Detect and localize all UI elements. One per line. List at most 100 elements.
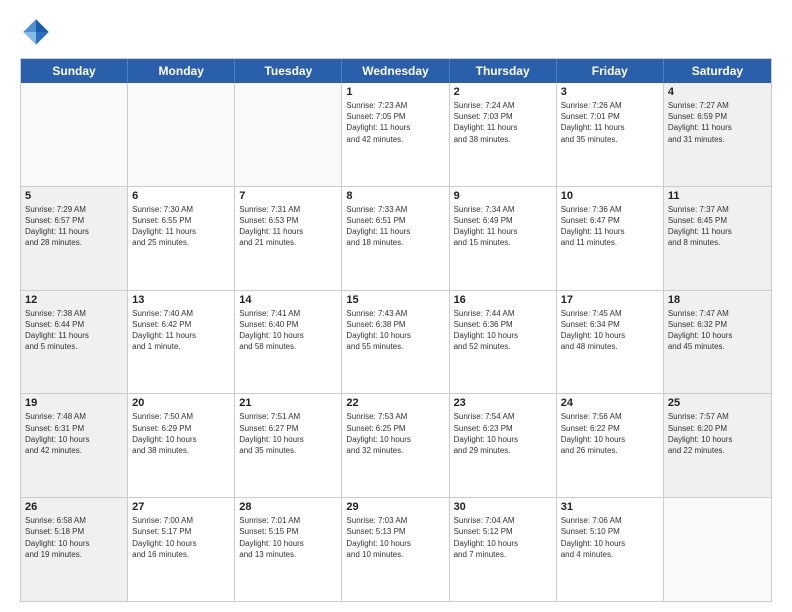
day-number: 5 xyxy=(25,190,123,202)
day-number: 19 xyxy=(25,397,123,409)
calendar-cell-day-28: 28 Sunrise: 7:01 AM Sunset: 5:15 PM Dayli… xyxy=(235,498,342,601)
calendar-row-1: 1 Sunrise: 7:23 AM Sunset: 7:05 PM Daylig… xyxy=(21,83,771,187)
calendar-cell-day-20: 20Sunrise: 7:50 AM Sunset: 6:29 PM Dayli… xyxy=(128,394,235,497)
day-number: 9 xyxy=(454,190,552,202)
day-number: 11 xyxy=(668,190,767,202)
calendar-row-4: 19 Sunrise: 7:48 AM Sunset: 6:31 PM Dayli… xyxy=(21,394,771,498)
calendar-cell-day-31: 31 Sunrise: 7:06 AM Sunset: 5:10 PM Dayli… xyxy=(557,498,664,601)
day-info: Sunrise: 7:51 AM Sunset: 6:27 PM Dayligh… xyxy=(239,411,337,456)
day-info: Sunrise: 7:43 AM Sunset: 6:38 PM Dayligh… xyxy=(346,308,444,353)
day-number: 28 xyxy=(239,501,337,513)
calendar-cell-day-19: 19 Sunrise: 7:48 AM Sunset: 6:31 PM Dayli… xyxy=(21,394,128,497)
calendar-cell-day-1: 1 Sunrise: 7:23 AM Sunset: 7:05 PM Daylig… xyxy=(342,83,449,186)
day-number: 27 xyxy=(132,501,230,513)
calendar-header: SundayMondayTuesdayWednesdayThursdayFrid… xyxy=(21,59,771,83)
day-info: Sunrise: 7:47 AM Sunset: 6:32 PM Dayligh… xyxy=(668,308,767,353)
day-info: Sunrise: 7:44 AM Sunset: 6:36 PM Dayligh… xyxy=(454,308,552,353)
day-info: Sunrise: 7:38 AM Sunset: 6:44 PM Dayligh… xyxy=(25,308,123,353)
day-number: 8 xyxy=(346,190,444,202)
day-info: Sunrise: 7:33 AM Sunset: 6:51 PM Dayligh… xyxy=(346,204,444,249)
calendar-cell-empty xyxy=(21,83,128,186)
calendar-cell-day-13: 13Sunrise: 7:40 AM Sunset: 6:42 PM Dayli… xyxy=(128,291,235,394)
weekday-header-thursday: Thursday xyxy=(450,59,557,83)
calendar-cell-day-21: 21 Sunrise: 7:51 AM Sunset: 6:27 PM Dayli… xyxy=(235,394,342,497)
calendar-cell-empty xyxy=(664,498,771,601)
header xyxy=(20,16,772,48)
calendar-cell-day-2: 2 Sunrise: 7:24 AM Sunset: 7:03 PM Daylig… xyxy=(450,83,557,186)
calendar-cell-day-15: 15Sunrise: 7:43 AM Sunset: 6:38 PM Dayli… xyxy=(342,291,449,394)
calendar-cell-day-14: 14 Sunrise: 7:41 AM Sunset: 6:40 PM Dayli… xyxy=(235,291,342,394)
day-info: Sunrise: 7:53 AM Sunset: 6:25 PM Dayligh… xyxy=(346,411,444,456)
day-info: Sunrise: 7:57 AM Sunset: 6:20 PM Dayligh… xyxy=(668,411,767,456)
day-number: 7 xyxy=(239,190,337,202)
day-number: 31 xyxy=(561,501,659,513)
calendar-row-2: 5 Sunrise: 7:29 AM Sunset: 6:57 PM Daylig… xyxy=(21,187,771,291)
calendar-cell-day-3: 3Sunrise: 7:26 AM Sunset: 7:01 PM Daylig… xyxy=(557,83,664,186)
weekday-header-saturday: Saturday xyxy=(664,59,771,83)
day-info: Sunrise: 7:00 AM Sunset: 5:17 PM Dayligh… xyxy=(132,515,230,560)
day-number: 1 xyxy=(346,86,444,98)
weekday-header-wednesday: Wednesday xyxy=(342,59,449,83)
calendar-cell-day-25: 25 Sunrise: 7:57 AM Sunset: 6:20 PM Dayli… xyxy=(664,394,771,497)
calendar-cell-day-22: 22Sunrise: 7:53 AM Sunset: 6:25 PM Dayli… xyxy=(342,394,449,497)
calendar-cell-day-8: 8 Sunrise: 7:33 AM Sunset: 6:51 PM Daylig… xyxy=(342,187,449,290)
calendar: SundayMondayTuesdayWednesdayThursdayFrid… xyxy=(20,58,772,602)
day-info: Sunrise: 7:36 AM Sunset: 6:47 PM Dayligh… xyxy=(561,204,659,249)
day-info: Sunrise: 7:34 AM Sunset: 6:49 PM Dayligh… xyxy=(454,204,552,249)
calendar-cell-day-6: 6Sunrise: 7:30 AM Sunset: 6:55 PM Daylig… xyxy=(128,187,235,290)
calendar-cell-day-29: 29Sunrise: 7:03 AM Sunset: 5:13 PM Dayli… xyxy=(342,498,449,601)
day-number: 6 xyxy=(132,190,230,202)
day-number: 17 xyxy=(561,294,659,306)
calendar-row-3: 12Sunrise: 7:38 AM Sunset: 6:44 PM Dayli… xyxy=(21,291,771,395)
day-info: Sunrise: 7:24 AM Sunset: 7:03 PM Dayligh… xyxy=(454,100,552,145)
day-number: 18 xyxy=(668,294,767,306)
day-number: 10 xyxy=(561,190,659,202)
calendar-row-5: 26Sunrise: 6:58 AM Sunset: 5:18 PM Dayli… xyxy=(21,498,771,601)
day-info: Sunrise: 7:27 AM Sunset: 6:59 PM Dayligh… xyxy=(668,100,767,145)
logo xyxy=(20,16,56,48)
day-number: 24 xyxy=(561,397,659,409)
calendar-cell-day-16: 16 Sunrise: 7:44 AM Sunset: 6:36 PM Dayli… xyxy=(450,291,557,394)
day-info: Sunrise: 7:48 AM Sunset: 6:31 PM Dayligh… xyxy=(25,411,123,456)
day-info: Sunrise: 7:23 AM Sunset: 7:05 PM Dayligh… xyxy=(346,100,444,145)
calendar-body: 1 Sunrise: 7:23 AM Sunset: 7:05 PM Daylig… xyxy=(21,83,771,601)
weekday-header-friday: Friday xyxy=(557,59,664,83)
weekday-header-sunday: Sunday xyxy=(21,59,128,83)
calendar-cell-day-7: 7 Sunrise: 7:31 AM Sunset: 6:53 PM Daylig… xyxy=(235,187,342,290)
calendar-cell-day-5: 5 Sunrise: 7:29 AM Sunset: 6:57 PM Daylig… xyxy=(21,187,128,290)
calendar-cell-day-12: 12Sunrise: 7:38 AM Sunset: 6:44 PM Dayli… xyxy=(21,291,128,394)
day-number: 2 xyxy=(454,86,552,98)
day-info: Sunrise: 7:26 AM Sunset: 7:01 PM Dayligh… xyxy=(561,100,659,145)
calendar-cell-day-27: 27 Sunrise: 7:00 AM Sunset: 5:17 PM Dayli… xyxy=(128,498,235,601)
calendar-cell-day-9: 9 Sunrise: 7:34 AM Sunset: 6:49 PM Daylig… xyxy=(450,187,557,290)
calendar-cell-day-4: 4Sunrise: 7:27 AM Sunset: 6:59 PM Daylig… xyxy=(664,83,771,186)
day-info: Sunrise: 7:29 AM Sunset: 6:57 PM Dayligh… xyxy=(25,204,123,249)
day-number: 16 xyxy=(454,294,552,306)
day-info: Sunrise: 7:04 AM Sunset: 5:12 PM Dayligh… xyxy=(454,515,552,560)
day-info: Sunrise: 6:58 AM Sunset: 5:18 PM Dayligh… xyxy=(25,515,123,560)
calendar-cell-day-10: 10 Sunrise: 7:36 AM Sunset: 6:47 PM Dayli… xyxy=(557,187,664,290)
day-info: Sunrise: 7:40 AM Sunset: 6:42 PM Dayligh… xyxy=(132,308,230,353)
day-number: 23 xyxy=(454,397,552,409)
day-number: 21 xyxy=(239,397,337,409)
day-number: 14 xyxy=(239,294,337,306)
calendar-cell-empty xyxy=(128,83,235,186)
day-info: Sunrise: 7:01 AM Sunset: 5:15 PM Dayligh… xyxy=(239,515,337,560)
day-info: Sunrise: 7:03 AM Sunset: 5:13 PM Dayligh… xyxy=(346,515,444,560)
day-info: Sunrise: 7:31 AM Sunset: 6:53 PM Dayligh… xyxy=(239,204,337,249)
calendar-cell-day-26: 26Sunrise: 6:58 AM Sunset: 5:18 PM Dayli… xyxy=(21,498,128,601)
day-info: Sunrise: 7:41 AM Sunset: 6:40 PM Dayligh… xyxy=(239,308,337,353)
day-info: Sunrise: 7:37 AM Sunset: 6:45 PM Dayligh… xyxy=(668,204,767,249)
logo-icon xyxy=(20,16,52,48)
day-info: Sunrise: 7:50 AM Sunset: 6:29 PM Dayligh… xyxy=(132,411,230,456)
calendar-cell-day-11: 11 Sunrise: 7:37 AM Sunset: 6:45 PM Dayli… xyxy=(664,187,771,290)
day-number: 25 xyxy=(668,397,767,409)
day-info: Sunrise: 7:45 AM Sunset: 6:34 PM Dayligh… xyxy=(561,308,659,353)
page: SundayMondayTuesdayWednesdayThursdayFrid… xyxy=(0,0,792,612)
day-info: Sunrise: 7:06 AM Sunset: 5:10 PM Dayligh… xyxy=(561,515,659,560)
calendar-cell-day-23: 23Sunrise: 7:54 AM Sunset: 6:23 PM Dayli… xyxy=(450,394,557,497)
day-info: Sunrise: 7:56 AM Sunset: 6:22 PM Dayligh… xyxy=(561,411,659,456)
weekday-header-monday: Monday xyxy=(128,59,235,83)
calendar-cell-day-30: 30Sunrise: 7:04 AM Sunset: 5:12 PM Dayli… xyxy=(450,498,557,601)
calendar-cell-day-17: 17 Sunrise: 7:45 AM Sunset: 6:34 PM Dayli… xyxy=(557,291,664,394)
